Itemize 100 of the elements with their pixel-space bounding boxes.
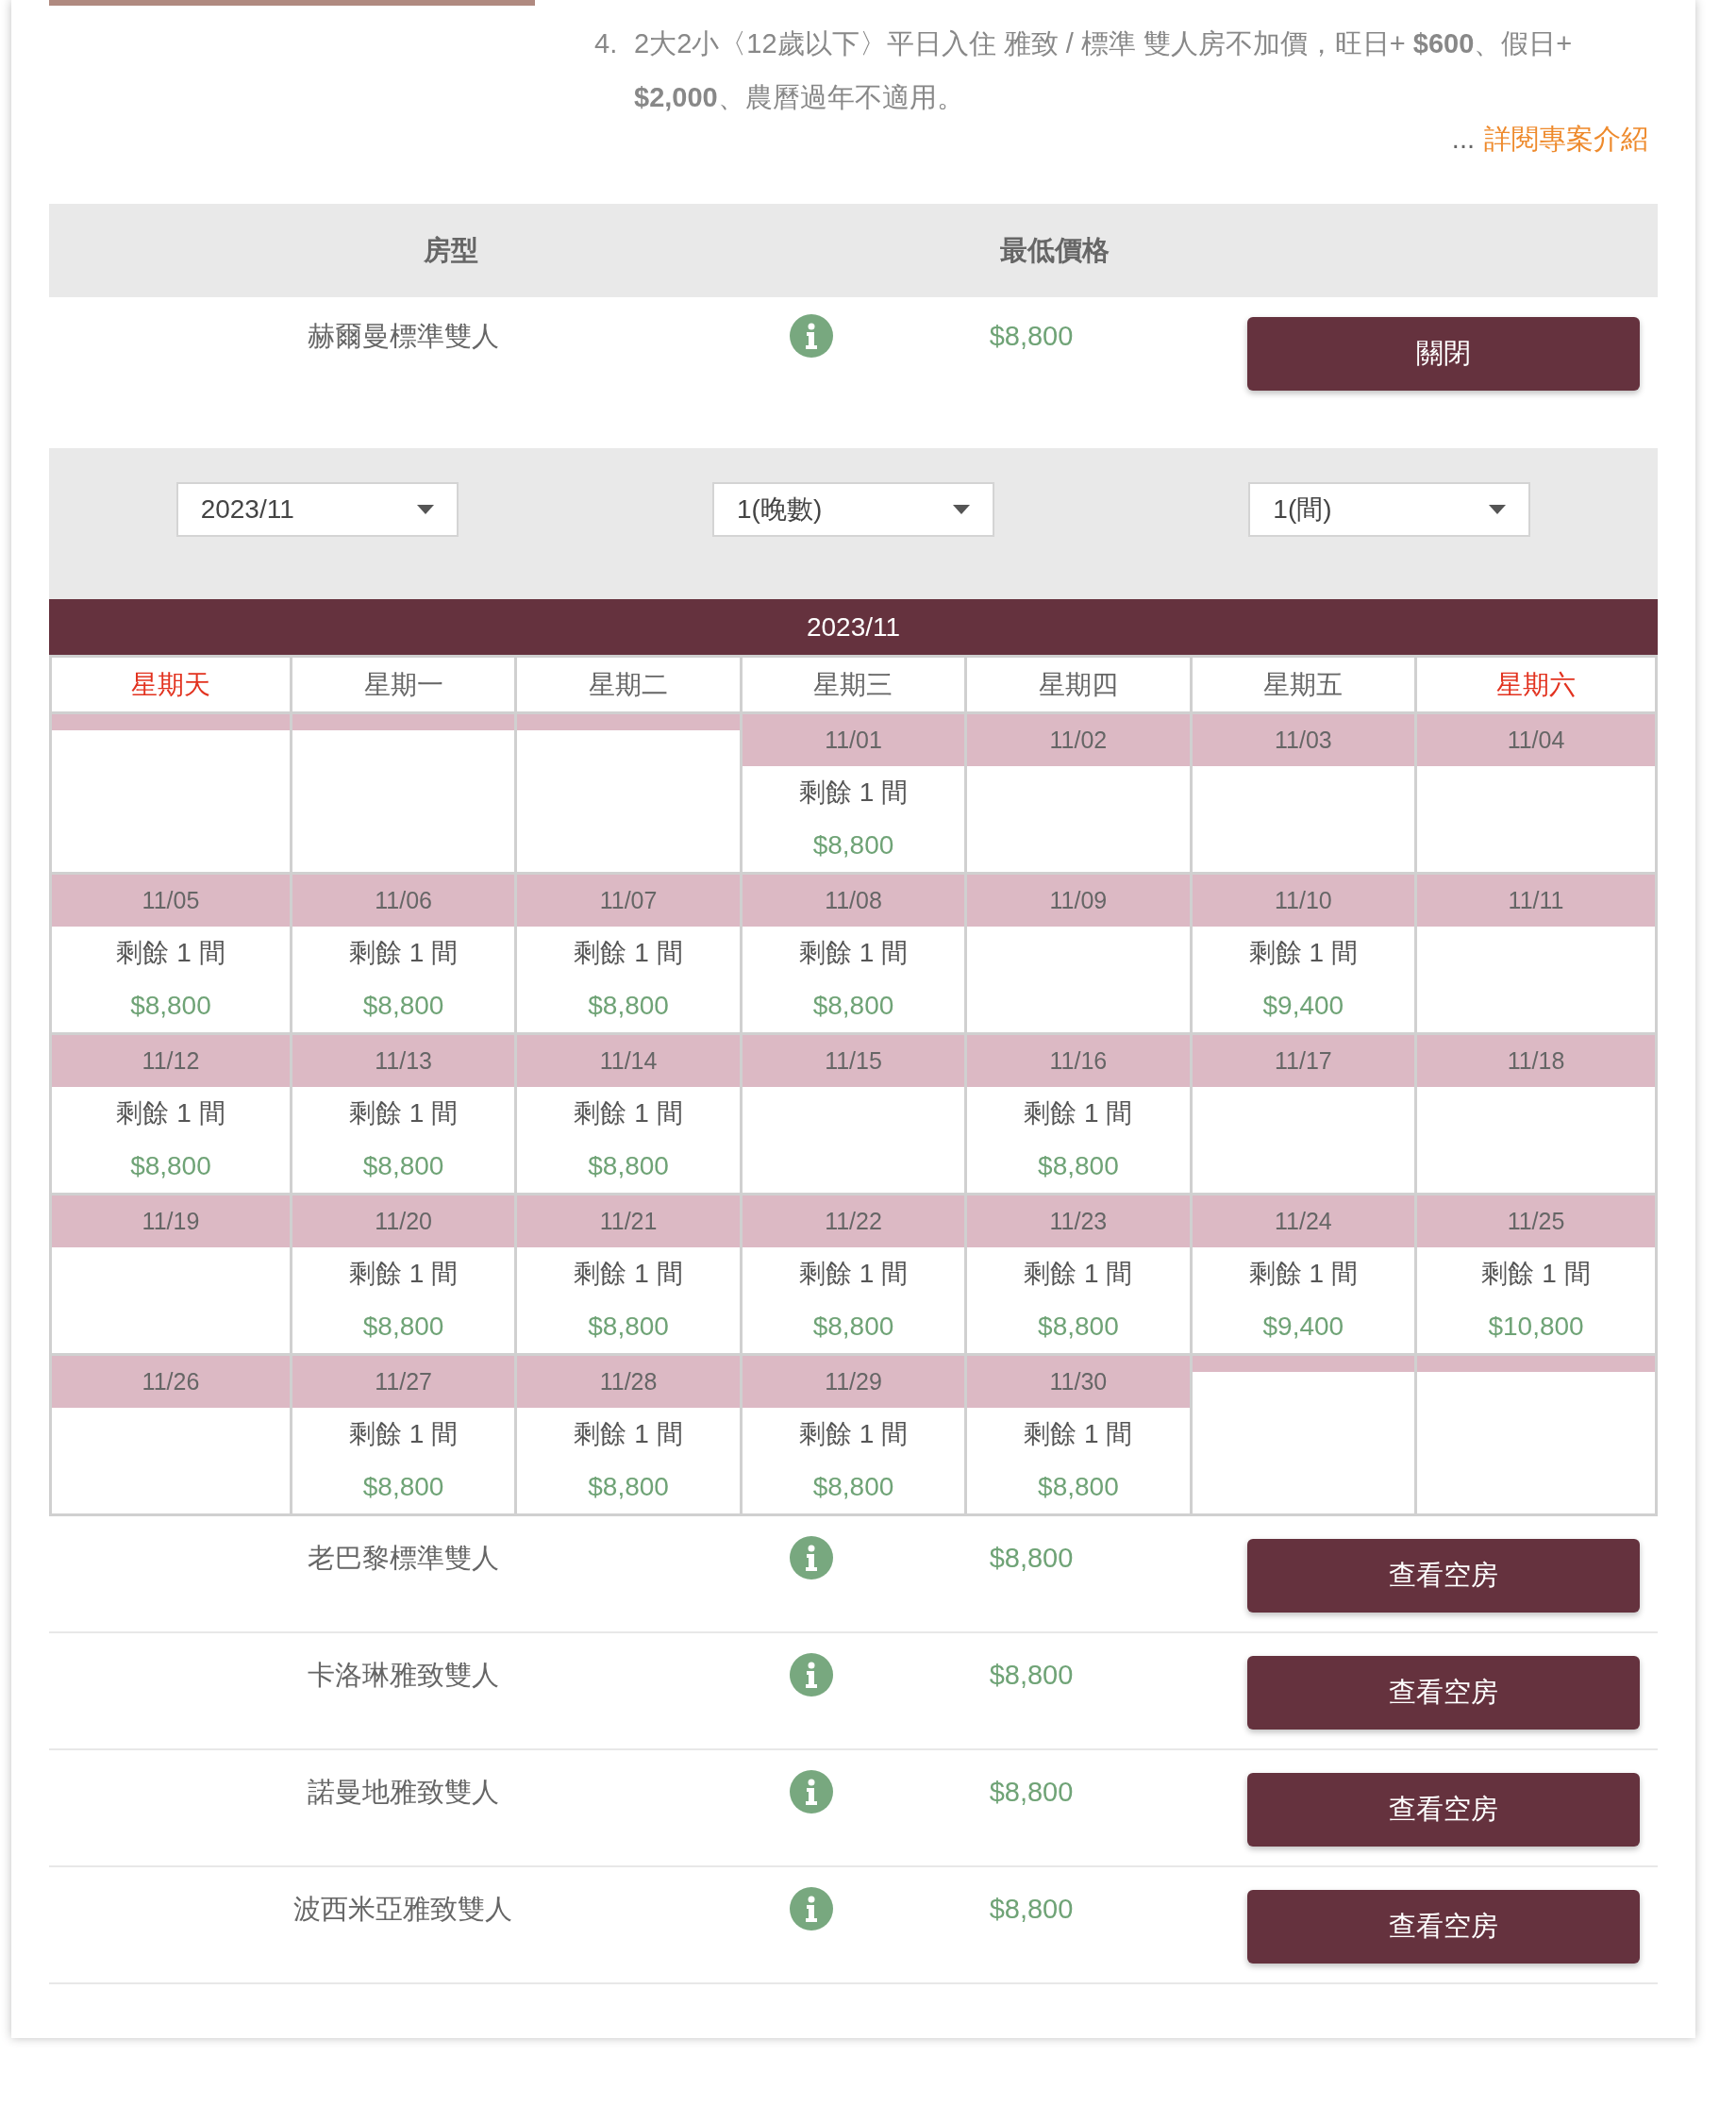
price-text: $8,800 — [811, 1471, 895, 1503]
select-field[interactable]: 1(間) — [1248, 482, 1531, 537]
promo-text: 2大2小〈12歲以下〉平日入住 雅致 / 標準 雙人房不加價，旺日+ $600、假日+ $2,000、農曆過年不適用。 — [634, 27, 1574, 114]
caret-icon — [416, 505, 434, 514]
date-label: 11/22 — [742, 1195, 965, 1247]
price-text: $8,800 — [811, 829, 895, 861]
select-field[interactable]: 2023/11 — [175, 482, 459, 537]
rooms-left-text: 剩餘 1 間 — [573, 1097, 684, 1129]
rooms-left-text: 剩餘 1 間 — [573, 937, 684, 969]
select-value: 1(晚數) — [737, 493, 823, 526]
select-value: 2023/11 — [200, 493, 294, 526]
info-icon[interactable] — [790, 1770, 833, 1814]
date-label: 11/11 — [1417, 875, 1655, 927]
weekday-header: 星期天 — [52, 658, 290, 711]
price-text: $8,800 — [811, 990, 895, 1022]
date-label: 11/17 — [1192, 1035, 1415, 1087]
weekday-header: 星期四 — [967, 658, 1190, 711]
room-price: $8,800 — [988, 1659, 1075, 1692]
date-label: 11/23 — [967, 1195, 1190, 1247]
date-label: 11/10 — [1192, 875, 1415, 927]
date-label: 11/15 — [742, 1035, 965, 1087]
info-icon[interactable] — [790, 314, 833, 358]
view-rooms-button[interactable]: 查看空房 — [1247, 1656, 1640, 1730]
list-number: 4. — [594, 27, 619, 60]
price-text: $8,800 — [587, 1471, 670, 1503]
weekday-header: 星期六 — [1417, 658, 1655, 711]
room-name: 諾曼地雅致雙人 — [306, 1776, 500, 1809]
weekday-header: 星期二 — [517, 658, 740, 711]
date-label: 11/18 — [1417, 1035, 1655, 1087]
date-label: 11/12 — [52, 1035, 290, 1087]
rooms-left-text: 剩餘 1 間 — [797, 1418, 910, 1450]
date-label: 11/28 — [517, 1356, 740, 1408]
room-price: $8,800 — [988, 1776, 1075, 1809]
date-label: 11/16 — [967, 1035, 1190, 1087]
rooms-left-text: 剩餘 1 間 — [573, 1258, 684, 1290]
date-label: 11/08 — [742, 875, 965, 927]
rooms-left-text: 剩餘 1 間 — [1023, 1258, 1134, 1290]
date-label: 11/24 — [1192, 1195, 1415, 1247]
price-text: $8,800 — [361, 1471, 445, 1503]
weekday-header: 星期三 — [742, 658, 965, 711]
date-label: 11/02 — [967, 714, 1190, 766]
price-text: $8,800 — [1037, 1311, 1120, 1343]
date-label: 11/21 — [517, 1195, 740, 1247]
date-label: 11/06 — [292, 875, 515, 927]
rooms-left-text: 剩餘 1 間 — [1480, 1258, 1592, 1290]
date-label: 11/01 — [742, 714, 965, 766]
select-value: 1(間) — [1273, 493, 1332, 526]
price-text: $8,800 — [129, 1150, 212, 1182]
date-label: 11/27 — [292, 1356, 515, 1408]
date-label: 11/05 — [52, 875, 290, 927]
date-label: 11/09 — [967, 875, 1190, 927]
date-label: 11/07 — [517, 875, 740, 927]
rooms-left-text: 剩餘 1 間 — [348, 1097, 459, 1129]
rooms-left-text: 剩餘 1 間 — [1023, 1418, 1134, 1450]
price-text: $8,800 — [811, 1311, 895, 1343]
rooms-left-text: 剩餘 1 間 — [115, 937, 226, 969]
view-rooms-button[interactable]: 查看空房 — [1247, 1539, 1640, 1613]
caret-icon — [1489, 505, 1507, 514]
date-label: 11/26 — [52, 1356, 290, 1408]
price-text: $9,400 — [1261, 990, 1345, 1022]
rooms-left-text: 剩餘 1 間 — [348, 937, 459, 969]
info-icon[interactable] — [790, 1653, 833, 1696]
price-text: $8,800 — [1037, 1471, 1120, 1503]
rooms-left-text: 剩餘 1 間 — [797, 937, 910, 969]
price-text: $10,800 — [1487, 1311, 1585, 1343]
rooms-left-text: 剩餘 1 間 — [1023, 1097, 1134, 1129]
column-header: 最低價格 — [999, 233, 1110, 267]
room-price: $8,800 — [988, 1542, 1075, 1575]
rooms-left-text: 剩餘 1 間 — [1247, 1258, 1359, 1290]
date-label: 11/03 — [1192, 714, 1415, 766]
info-icon[interactable] — [790, 1887, 833, 1930]
rooms-left-text: 剩餘 1 間 — [348, 1258, 459, 1290]
price-text: $8,800 — [587, 1150, 670, 1182]
rooms-left-text: 剩餘 1 間 — [115, 1097, 226, 1129]
room-name: 赫爾曼標準雙人 — [306, 320, 500, 353]
price-text: $8,800 — [1037, 1150, 1120, 1182]
rooms-left-text: 剩餘 1 間 — [797, 1258, 910, 1290]
caret-icon — [953, 505, 970, 514]
room-price: $8,800 — [988, 320, 1075, 353]
rooms-left-text: 剩餘 1 間 — [573, 1418, 684, 1450]
rooms-left-text: 剩餘 1 間 — [797, 777, 910, 809]
price-text: $8,800 — [129, 990, 212, 1022]
view-rooms-button[interactable]: 查看空房 — [1247, 1773, 1640, 1847]
calendar-title: 2023/11 — [49, 599, 1658, 655]
view-rooms-button[interactable]: 查看空房 — [1247, 1890, 1640, 1964]
room-name: 波西米亞雅致雙人 — [292, 1893, 513, 1926]
date-label: 11/04 — [1417, 714, 1655, 766]
close-button[interactable]: 關閉 — [1247, 317, 1640, 391]
ellipsis-text: ... — [1451, 123, 1475, 156]
date-label: 11/25 — [1417, 1195, 1655, 1247]
price-text: $8,800 — [361, 1150, 445, 1182]
price-text: $8,800 — [587, 990, 670, 1022]
weekday-header: 星期一 — [292, 658, 515, 711]
weekday-header: 星期五 — [1192, 658, 1415, 711]
room-name: 卡洛琳雅致雙人 — [306, 1659, 500, 1692]
info-icon[interactable] — [790, 1536, 833, 1580]
price-text: $8,800 — [361, 1311, 445, 1343]
date-label: 11/29 — [742, 1356, 965, 1408]
select-field[interactable]: 1(晚數) — [712, 482, 994, 537]
date-label: 11/20 — [292, 1195, 515, 1247]
